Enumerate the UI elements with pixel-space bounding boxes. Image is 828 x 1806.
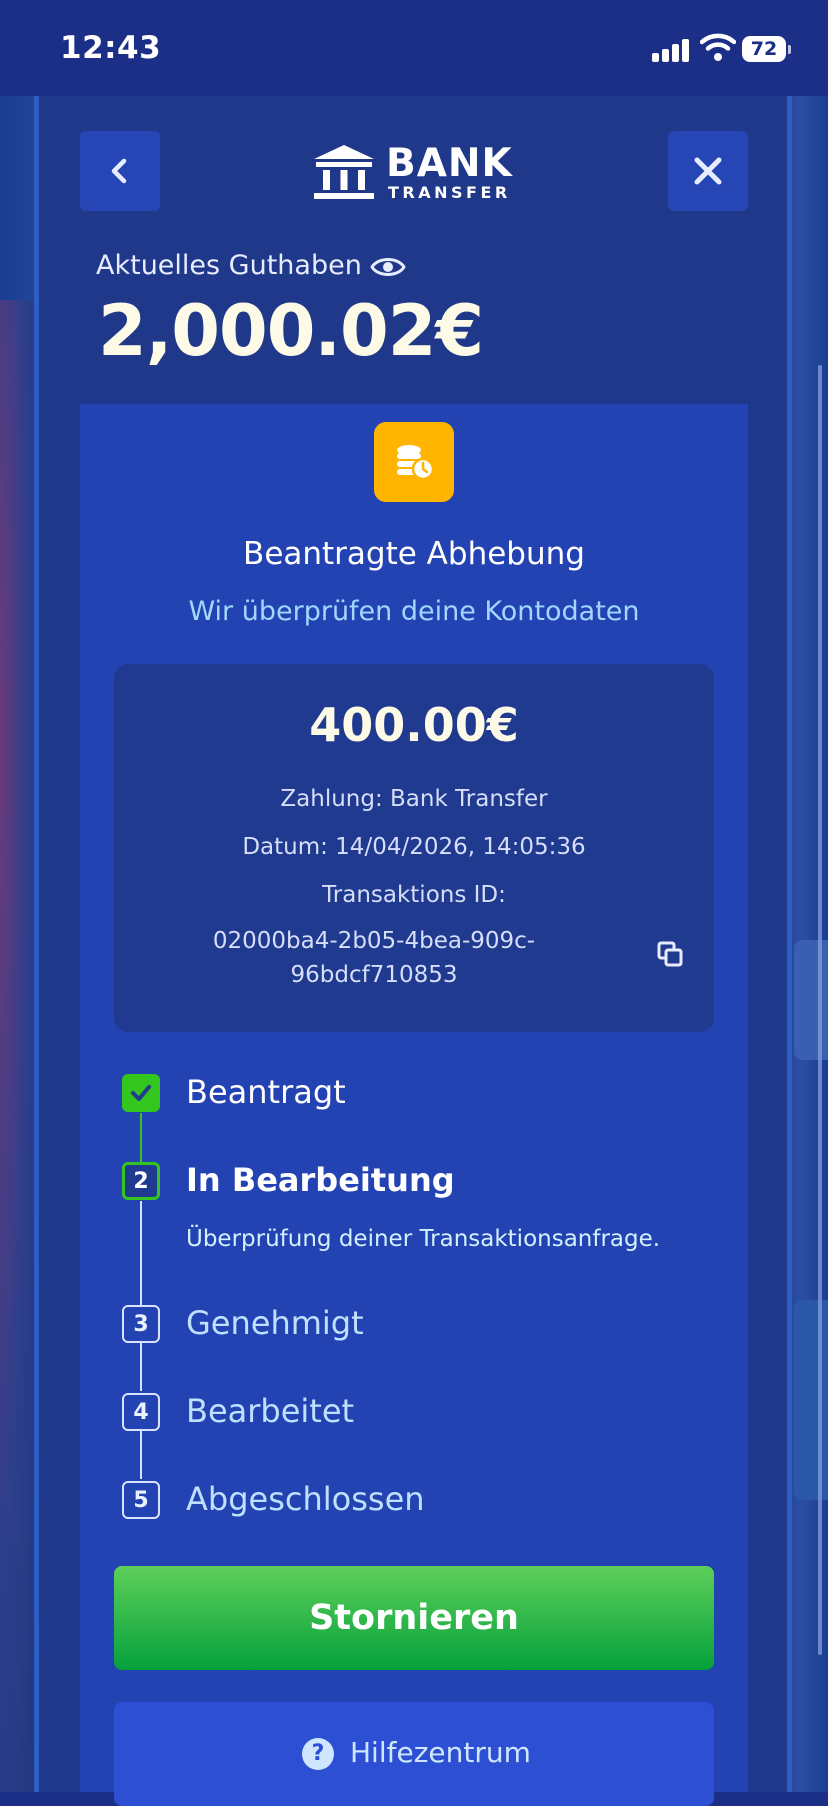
transaction-details: 400.00€ Zahlung: Bank Transfer Datum: 14… — [114, 664, 714, 1032]
battery-indicator: 72 — [742, 36, 791, 62]
step-connector-2 — [140, 1201, 142, 1305]
transaction-id-label: Transaktions ID: — [322, 882, 506, 908]
step-5-number: 5 — [122, 1481, 160, 1519]
coins-clock-icon — [397, 445, 435, 481]
help-icon: ? — [302, 1738, 334, 1770]
background-art-right — [794, 940, 828, 1060]
step-connector-4 — [140, 1431, 142, 1479]
help-center-button[interactable]: ? Hilfezentrum — [114, 1702, 714, 1806]
transaction-date: Datum: 14/04/2026, 14:05:36 — [242, 834, 586, 860]
step-4-label: Bearbeitet — [186, 1392, 355, 1430]
check-icon — [131, 1085, 151, 1101]
step-2-description: Überprüfung deiner Transaktionsanfrage. — [186, 1226, 661, 1252]
step-3-label: Genehmigt — [186, 1304, 364, 1342]
step-4-number: 4 — [122, 1393, 160, 1431]
step-connector-3 — [140, 1343, 142, 1391]
withdrawal-title: Beantragte Abhebung — [243, 536, 585, 572]
step-1-label: Beantragt — [186, 1073, 346, 1111]
cancel-withdrawal-button[interactable]: Stornieren — [114, 1566, 714, 1670]
close-icon — [694, 157, 722, 185]
transaction-id-value: 02000ba4-2b05-4bea-909c- 96bdcf710853 — [174, 924, 574, 992]
transaction-id-line-2: 96bdcf710853 — [290, 962, 458, 988]
balance-value: 2,000.02€ — [98, 290, 484, 372]
cellular-signal-icon — [652, 38, 692, 62]
background-art-left — [0, 300, 36, 1792]
withdrawal-amount: 400.00€ — [309, 698, 519, 752]
step-1-checkbox — [122, 1074, 160, 1112]
status-bar: 12:43 72 — [0, 0, 828, 96]
eye-icon[interactable] — [370, 252, 406, 282]
close-button[interactable] — [668, 131, 748, 211]
withdrawal-subtitle: Wir überprüfen deine Kontodaten — [188, 596, 640, 627]
step-5-label: Abgeschlossen — [186, 1480, 425, 1518]
status-time: 12:43 — [60, 30, 162, 66]
help-center-label: Hilfezentrum — [350, 1736, 531, 1769]
logo-text-transfer: TRANSFER — [388, 183, 511, 202]
payment-method: Zahlung: Bank Transfer — [280, 786, 548, 812]
coins-clock-badge — [374, 422, 454, 502]
back-icon — [111, 158, 127, 184]
wifi-icon — [700, 33, 736, 61]
background-art-right-lower — [794, 1300, 828, 1500]
step-connector-1 — [140, 1113, 142, 1165]
bank-icon — [314, 145, 374, 199]
step-2-number: 2 — [122, 1162, 160, 1200]
transaction-id-line-1: 02000ba4-2b05-4bea-909c- — [212, 928, 536, 954]
bank-transfer-logo: BANK TRANSFER — [312, 141, 518, 203]
logo-text-bank: BANK — [386, 141, 513, 186]
step-3-number: 3 — [122, 1305, 160, 1343]
balance-label: Aktuelles Guthaben — [96, 250, 362, 281]
back-button[interactable] — [80, 131, 160, 211]
copy-icon[interactable] — [656, 940, 684, 968]
scrollbar[interactable] — [818, 365, 822, 1655]
step-2-label: In Bearbeitung — [186, 1161, 455, 1199]
